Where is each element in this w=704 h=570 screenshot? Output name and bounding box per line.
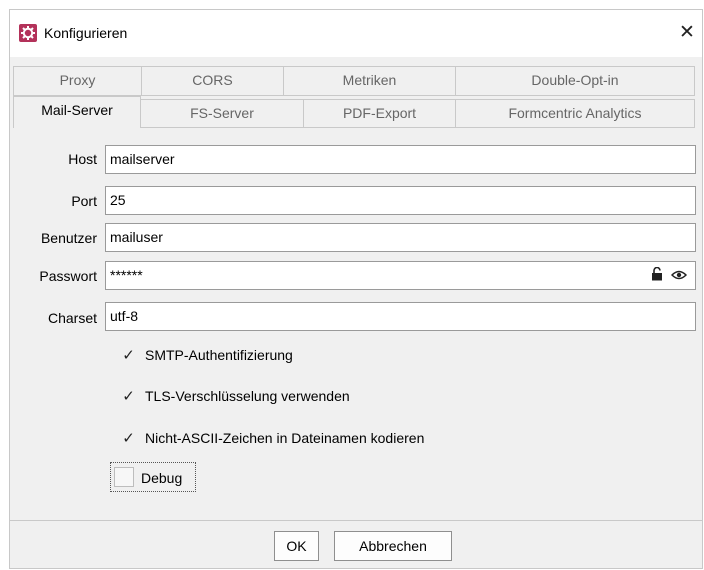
gear-icon — [19, 24, 37, 42]
user-input[interactable]: mailuser — [105, 223, 696, 252]
tab-proxy[interactable]: Proxy — [13, 66, 142, 96]
host-input[interactable]: mailserver — [105, 145, 696, 174]
debug-checkbox[interactable] — [114, 467, 134, 487]
password-label: Passwort — [39, 268, 97, 284]
tls-checkbox[interactable]: ✓ TLS-Verschlüsselung verwenden — [120, 385, 350, 407]
debug-label[interactable]: Debug — [141, 470, 182, 486]
tab-cors[interactable]: CORS — [141, 66, 284, 96]
check-icon: ✓ — [122, 346, 135, 364]
configure-dialog: Konfigurieren ✕ Proxy CORS Metriken Doub… — [9, 9, 703, 569]
tls-label: TLS-Verschlüsselung verwenden — [145, 388, 350, 404]
non-ascii-checkbox[interactable]: ✓ Nicht-ASCII-Zeichen in Dateinamen kodi… — [120, 427, 424, 449]
non-ascii-label: Nicht-ASCII-Zeichen in Dateinamen kodier… — [145, 430, 425, 446]
button-bar-divider — [10, 520, 702, 521]
tab-pdf-export[interactable]: PDF-Export — [303, 99, 456, 128]
port-input[interactable]: 25 — [105, 186, 696, 215]
tab-mail-server[interactable]: Mail-Server — [13, 96, 141, 128]
password-value: ****** — [110, 267, 143, 283]
title-bar: Konfigurieren ✕ — [10, 10, 702, 57]
window-title: Konfigurieren — [44, 25, 128, 41]
tab-formcentric-analytics[interactable]: Formcentric Analytics — [455, 99, 695, 128]
tab-double-opt-in[interactable]: Double-Opt-in — [455, 66, 695, 96]
lock-open-icon[interactable] — [651, 263, 663, 290]
smtp-auth-checkbox[interactable]: ✓ SMTP-Authentifizierung — [120, 344, 293, 366]
smtp-auth-label: SMTP-Authentifizierung — [145, 347, 293, 363]
close-icon[interactable]: ✕ — [674, 20, 700, 46]
host-label: Host — [68, 151, 97, 167]
tab-fs-server[interactable]: FS-Server — [140, 99, 304, 128]
check-icon: ✓ — [122, 387, 135, 405]
password-field[interactable]: ****** — [105, 261, 696, 290]
ok-button[interactable]: OK — [274, 531, 319, 561]
port-label: Port — [71, 193, 97, 209]
charset-label: Charset — [47, 310, 97, 326]
eye-icon[interactable] — [670, 263, 688, 290]
check-icon: ✓ — [122, 429, 135, 447]
charset-input[interactable]: utf-8 — [105, 302, 696, 331]
user-label: Benutzer — [40, 230, 97, 246]
cancel-button[interactable]: Abbrechen — [334, 531, 452, 561]
tab-metriken[interactable]: Metriken — [283, 66, 456, 96]
